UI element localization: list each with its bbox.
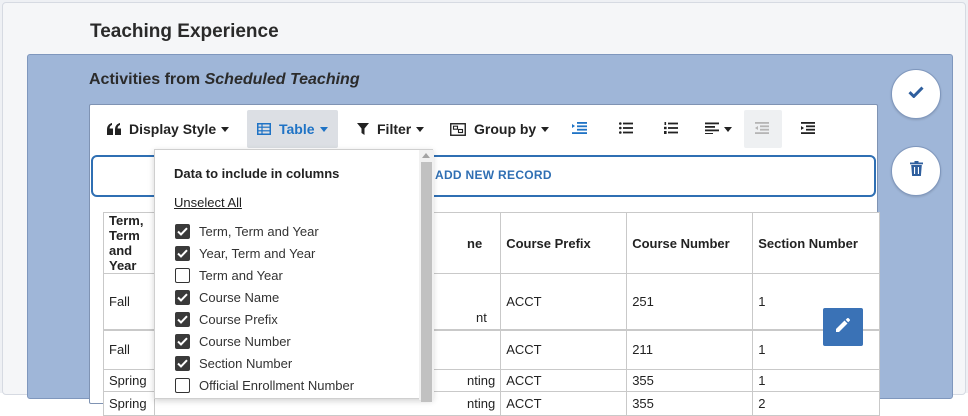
checkbox-checked-icon[interactable]: [175, 355, 190, 371]
column-option-label: Official Enrollment Number: [199, 377, 355, 393]
column-option-label: Course Name: [199, 289, 280, 305]
indent-blue-button[interactable]: [562, 110, 597, 148]
cell-term: Fall: [103, 273, 155, 330]
outdent-button[interactable]: [744, 110, 782, 148]
column-header-course-prefix[interactable]: Course Prefix: [500, 212, 628, 274]
bullet-list-icon: [619, 121, 633, 137]
cell-course-prefix: ACCT: [500, 369, 628, 392]
filter-icon: [357, 123, 369, 135]
filter-label: Filter: [377, 121, 412, 137]
scroll-up-arrow-icon[interactable]: [422, 153, 430, 158]
check-icon: [908, 85, 924, 103]
checkbox-checked-icon[interactable]: [175, 289, 190, 305]
section-title: Activities from Scheduled Teaching: [89, 71, 360, 89]
cell-term: Fall: [103, 329, 155, 370]
cell-course-prefix: ACCT: [500, 273, 628, 330]
edit-row-button[interactable]: [823, 308, 863, 346]
quote-icon: [107, 123, 121, 135]
numbered-list-button[interactable]: [654, 110, 688, 148]
column-header-section-number[interactable]: Section Number: [752, 212, 881, 274]
chevron-down-icon: [724, 126, 732, 132]
outdent-icon: [755, 121, 769, 137]
checkbox-checked-icon[interactable]: [175, 223, 190, 239]
indent-icon: [801, 121, 815, 137]
checkbox-unchecked-icon[interactable]: [175, 267, 190, 283]
table-view-label: Table: [279, 121, 315, 137]
group-icon: [450, 122, 466, 136]
page-title: Teaching Experience: [90, 21, 279, 42]
section-title-prefix: Activities from: [89, 71, 205, 88]
column-option-label: Course Prefix: [199, 311, 278, 327]
trash-icon: [909, 161, 923, 181]
column-header-term[interactable]: Term, Term and Year: [103, 212, 155, 274]
align-left-icon: [705, 121, 719, 137]
add-new-record-label: ADD NEW RECORD: [435, 168, 552, 182]
columns-dropdown-heading: Data to include in columns: [174, 166, 340, 181]
align-button[interactable]: [695, 110, 742, 148]
pencil-icon: [836, 317, 850, 337]
column-option-term[interactable]: Term, Term and Year: [175, 222, 319, 240]
cell-course-number: 251: [626, 273, 754, 330]
chevron-down-icon: [319, 126, 328, 132]
confirm-button[interactable]: [891, 69, 941, 119]
cell-course-number: 211: [626, 329, 754, 370]
numbered-list-icon: [664, 121, 678, 137]
table-view-button[interactable]: Table: [247, 110, 338, 148]
column-option-year[interactable]: Year, Term and Year: [175, 244, 315, 262]
cell-course-prefix: ACCT: [500, 391, 628, 416]
group-by-button[interactable]: Group by: [440, 110, 559, 148]
section-title-source: Scheduled Teaching: [204, 71, 360, 88]
dropdown-scrollbar[interactable]: [419, 150, 434, 402]
display-style-button[interactable]: Display Style: [97, 110, 239, 148]
scrollbar-thumb[interactable]: [421, 162, 432, 402]
column-option-course-number[interactable]: Course Number: [175, 332, 291, 350]
cell-term: Spring: [103, 391, 155, 416]
indent-icon: [572, 121, 587, 137]
column-option-section-number[interactable]: Section Number: [175, 354, 292, 372]
column-option-official-enrollment[interactable]: Official Enrollment Number: [175, 376, 354, 394]
column-option-label: Year, Term and Year: [199, 245, 316, 261]
display-style-label: Display Style: [129, 121, 217, 137]
delete-button[interactable]: [891, 146, 941, 196]
indent-button[interactable]: [791, 110, 825, 148]
chevron-down-icon: [221, 126, 230, 132]
column-option-label: Term and Year: [199, 267, 283, 283]
cell-term: Spring: [103, 369, 155, 392]
columns-dropdown: Data to include in columns Unselect All …: [154, 149, 434, 402]
column-option-course-prefix[interactable]: Course Prefix: [175, 310, 278, 328]
checkbox-checked-icon[interactable]: [175, 311, 190, 327]
table-icon: [257, 123, 271, 135]
cell-course-number: 355: [626, 391, 754, 416]
checkbox-unchecked-icon[interactable]: [175, 377, 190, 393]
cell-course-number: 355: [626, 369, 754, 392]
column-header-course-number[interactable]: Course Number: [626, 212, 754, 274]
column-option-label: Section Number: [199, 355, 293, 371]
bullet-list-button[interactable]: [609, 110, 643, 148]
cell-course-prefix: ACCT: [500, 329, 628, 370]
cell-section-number: 1: [752, 369, 881, 392]
unselect-all-link[interactable]: Unselect All: [174, 195, 242, 210]
group-by-label: Group by: [474, 121, 537, 137]
column-option-term-and-year[interactable]: Term and Year: [175, 266, 283, 284]
column-option-course-name[interactable]: Course Name: [175, 288, 279, 306]
chevron-down-icon: [541, 126, 550, 132]
filter-button[interactable]: Filter: [347, 110, 434, 148]
column-option-label: Term, Term and Year: [199, 223, 319, 239]
cell-section-number: 2: [752, 391, 881, 416]
checkbox-checked-icon[interactable]: [175, 333, 190, 349]
checkbox-checked-icon[interactable]: [175, 245, 190, 261]
chevron-down-icon: [416, 126, 425, 132]
column-option-label: Course Number: [199, 333, 291, 349]
